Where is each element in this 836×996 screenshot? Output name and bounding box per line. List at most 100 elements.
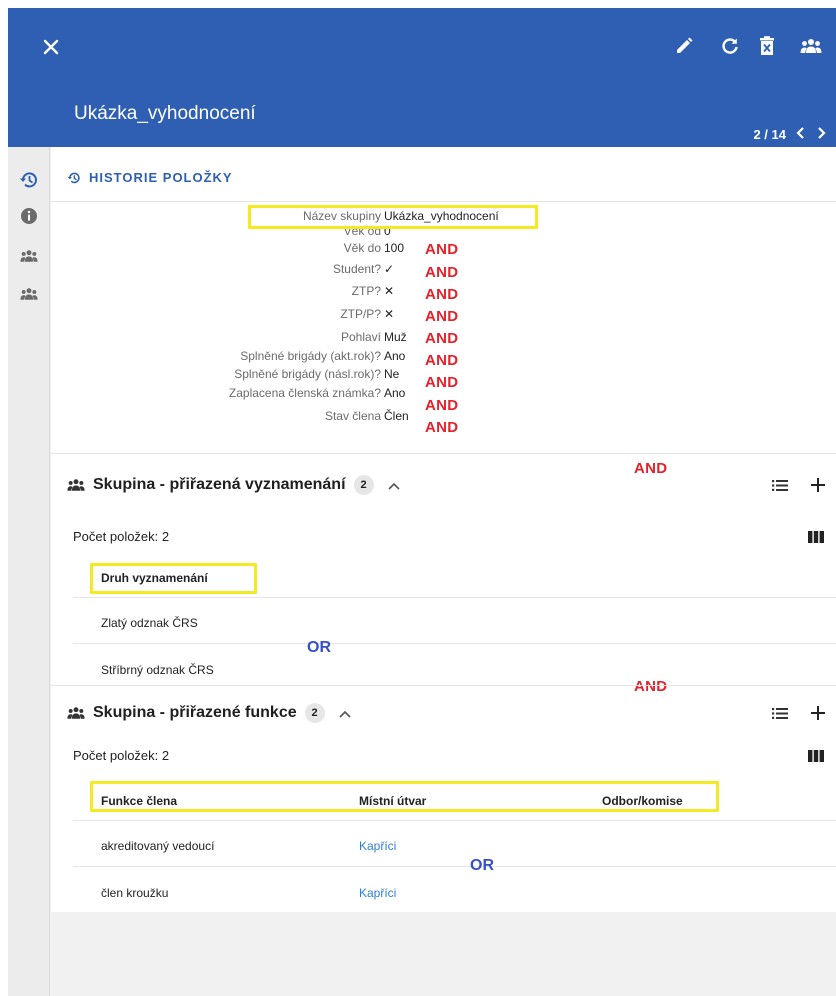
highlight-award-header	[90, 563, 257, 594]
property-label: Pohlaví	[340, 330, 381, 344]
delete-button[interactable]	[755, 34, 779, 58]
rail-awards-group-button[interactable]	[18, 245, 40, 267]
chevron-up-icon	[339, 710, 351, 718]
functions-item-count: Počet položek: 2	[73, 748, 170, 763]
awards-count-badge: 2	[353, 475, 374, 495]
awards-collapse-button[interactable]	[387, 477, 400, 493]
awards-list-view-button[interactable]	[772, 479, 788, 497]
and-annotation: AND	[425, 419, 459, 436]
detail-window: Ukázka_vyhodnocení 2 / 14 HISTORIE POLOŽ…	[8, 8, 836, 996]
plus-icon	[811, 478, 825, 492]
and-annotation: AND	[425, 397, 459, 414]
edit-button[interactable]	[672, 34, 696, 58]
or-annotation: OR	[470, 857, 494, 874]
property-value: Muž	[384, 330, 407, 344]
previous-record-button[interactable]	[796, 126, 806, 143]
group-members-button[interactable]	[798, 34, 824, 58]
function-name: člen kroužku	[101, 886, 169, 900]
highlight-group-name	[248, 205, 538, 229]
content-area: HISTORIE POLOŽKY Název skupiny Ukázka_vy…	[51, 147, 836, 996]
group-icon	[20, 250, 38, 262]
group-icon	[67, 479, 85, 491]
history-icon	[67, 172, 80, 183]
and-annotation: AND	[425, 286, 459, 303]
next-record-button[interactable]	[816, 126, 826, 143]
record-title: Ukázka_vyhodnocení	[74, 103, 256, 124]
rail-history-button[interactable]	[18, 169, 40, 191]
or-annotation: OR	[307, 639, 331, 656]
functions-section-actions	[772, 705, 826, 726]
and-annotation: AND	[425, 330, 459, 347]
close-button[interactable]	[36, 32, 66, 62]
list-icon	[772, 479, 788, 491]
divider	[51, 453, 836, 454]
table-row[interactable]: Stříbrný odznak ČRS	[73, 644, 836, 690]
divider	[51, 201, 836, 202]
property-value: ✕	[384, 307, 395, 321]
unit-link[interactable]: Kapříci	[359, 886, 396, 900]
property-label: ZTP?	[351, 284, 381, 298]
property-value: Ano	[384, 349, 406, 363]
functions-columns-button[interactable]	[808, 749, 824, 767]
property-label: Splněné brigády (akt.rok)?	[240, 349, 381, 363]
property-label: Splněné brigády (násl.rok)?	[234, 367, 381, 381]
group-icon	[67, 707, 85, 719]
property-value: Ne	[384, 367, 400, 381]
record-pager: 2 / 14	[753, 126, 826, 143]
and-annotation: AND	[634, 460, 668, 477]
awards-item-count: Počet položek: 2	[73, 529, 170, 544]
chevron-left-icon	[796, 127, 804, 139]
refresh-button[interactable]	[718, 34, 742, 58]
chevron-right-icon	[818, 127, 826, 139]
chevron-up-icon	[387, 482, 400, 490]
and-annotation: AND	[425, 308, 459, 325]
history-title-label: HISTORIE POLOŽKY	[89, 170, 233, 185]
divider	[51, 685, 836, 686]
functions-section-header[interactable]: Skupina - přiřazené funkce 2	[67, 703, 351, 723]
delete-icon	[760, 36, 774, 55]
rail-functions-group-button[interactable]	[18, 283, 40, 305]
highlight-function-headers	[90, 781, 719, 812]
property-label: Stav člena	[324, 409, 381, 423]
property-label: Zaplacena členská známka?	[228, 386, 381, 400]
and-annotation: AND	[425, 264, 459, 281]
rail-info-button[interactable]	[18, 205, 40, 227]
awards-section-header[interactable]: Skupina - přiřazená vyznamenání 2	[67, 475, 400, 495]
awards-section-actions	[772, 477, 826, 498]
and-annotation: AND	[425, 241, 459, 258]
property-value: ✓	[384, 262, 395, 276]
table-row[interactable]: Zlatý odznak ČRS	[73, 598, 836, 644]
functions-section-title: Skupina - přiřazené funkce	[93, 704, 297, 721]
list-icon	[772, 707, 788, 719]
unit-link[interactable]: Kapříci	[359, 839, 396, 853]
functions-add-button[interactable]	[810, 705, 826, 726]
edit-icon	[677, 37, 693, 53]
function-name: akreditovaný vedoucí	[101, 839, 215, 853]
table-row[interactable]: člen kroužku Kapříci	[73, 867, 836, 913]
table-row[interactable]: akreditovaný vedoucí Kapříci	[73, 821, 836, 867]
history-section-title[interactable]: HISTORIE POLOŽKY	[67, 170, 233, 185]
pager-position: 2 / 14	[753, 127, 786, 142]
header-bar: Ukázka_vyhodnocení 2 / 14	[8, 8, 836, 147]
and-annotation: AND	[425, 352, 459, 369]
plus-icon	[811, 706, 825, 720]
award-name: Zlatý odznak ČRS	[101, 616, 198, 630]
property-label: Věk do	[343, 241, 381, 255]
columns-icon	[808, 750, 824, 762]
property-value: Člen	[384, 409, 409, 423]
property-label: Student?	[332, 262, 381, 276]
content-panel: HISTORIE POLOŽKY Název skupiny Ukázka_vy…	[51, 147, 836, 912]
functions-count-badge: 2	[304, 703, 325, 723]
functions-collapse-button[interactable]	[339, 705, 351, 721]
awards-columns-button[interactable]	[808, 530, 824, 548]
history-icon	[20, 172, 37, 188]
group-icon	[800, 39, 822, 53]
awards-add-button[interactable]	[810, 477, 826, 498]
award-name: Stříbrný odznak ČRS	[101, 663, 214, 677]
functions-list-view-button[interactable]	[772, 707, 788, 725]
property-value: Ano	[384, 386, 406, 400]
and-annotation: AND	[425, 374, 459, 391]
awards-section-title: Skupina - přiřazená vyznamenání	[93, 476, 346, 493]
property-label: ZTP/P?	[340, 307, 381, 321]
info-icon	[21, 208, 37, 224]
